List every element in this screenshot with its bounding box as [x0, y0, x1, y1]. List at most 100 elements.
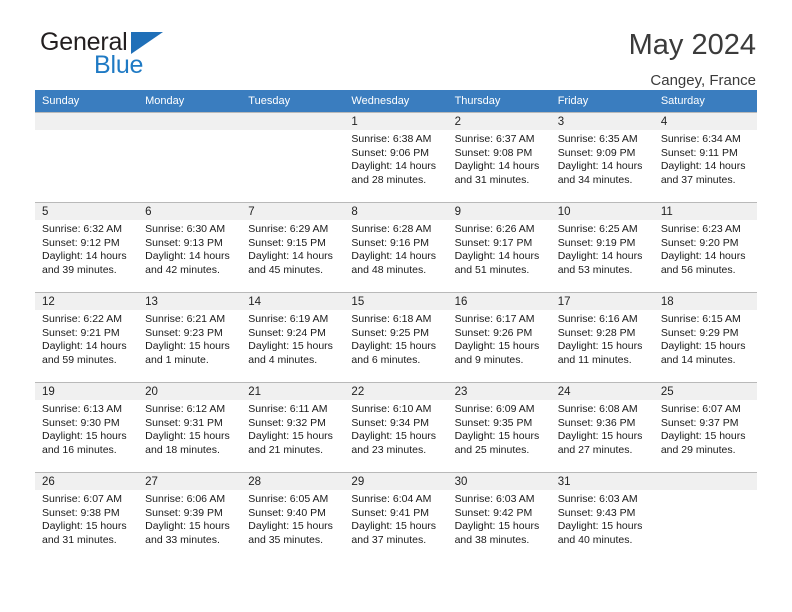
sunset-time: Sunset: 9:40 PM — [248, 506, 326, 519]
calendar-day-cell[interactable]: 11 Sunrise: 6:23 AM Sunset: 9:20 PM Dayligh… — [653, 202, 757, 292]
daylight-duration-line1: Daylight: 14 hours — [454, 160, 540, 173]
daylight-duration-line1: Daylight: 15 hours — [454, 430, 540, 443]
calendar-day-cell[interactable]: 30 Sunrise: 6:03 AM Sunset: 9:42 PM Dayligh… — [447, 472, 551, 562]
sunrise-time: Sunrise: 6:11 AM — [248, 403, 328, 415]
day-cell-inner: 15 Sunrise: 6:18 AM Sunset: 9:25 PM Dayligh… — [344, 292, 448, 382]
sunset-time: Sunset: 9:38 PM — [42, 506, 120, 519]
sunrise-time: Sunrise: 6:30 AM — [145, 223, 226, 235]
calendar-day-cell[interactable]: 29 Sunrise: 6:04 AM Sunset: 9:41 PM Dayligh… — [344, 472, 448, 562]
day-number: 9 — [447, 202, 551, 220]
sunset-time: Sunset: 9:34 PM — [351, 416, 430, 429]
calendar-day-cell[interactable]: 17 Sunrise: 6:16 AM Sunset: 9:28 PM Dayligh… — [550, 292, 654, 382]
day-number: 10 — [550, 202, 654, 220]
calendar-day-cell[interactable]: 15 Sunrise: 6:18 AM Sunset: 9:25 PM Dayligh… — [344, 292, 448, 382]
daylight-duration-line2: and 35 minutes. — [248, 533, 323, 546]
calendar-day-cell[interactable]: 18 Sunrise: 6:15 AM Sunset: 9:29 PM Dayligh… — [653, 292, 757, 382]
sunrise-time: Sunrise: 6:15 AM — [660, 313, 741, 325]
calendar-day-cell[interactable]: 27 Sunrise: 6:06 AM Sunset: 9:39 PM Dayligh… — [138, 472, 242, 562]
day-cell-inner: 6 Sunrise: 6:30 AM Sunset: 9:13 PM Daylight… — [138, 202, 242, 292]
day-details: Sunrise: 6:19 AM Sunset: 9:24 PM Daylight:… — [241, 310, 344, 367]
calendar-day-cell[interactable]: 7 Sunrise: 6:29 AM Sunset: 9:15 PM Daylight… — [241, 202, 345, 292]
calendar-day-cell[interactable]: 28 Sunrise: 6:05 AM Sunset: 9:40 PM Dayligh… — [241, 472, 345, 562]
page-title: May 2024 — [628, 29, 756, 61]
day-number: 5 — [35, 202, 139, 220]
weekday-header-thursday: Thursday — [447, 90, 551, 112]
daylight-duration-line2: and 6 minutes. — [351, 353, 421, 366]
daylight-duration-line1: Daylight: 15 hours — [42, 520, 127, 533]
calendar-day-cell[interactable]: 14 Sunrise: 6:19 AM Sunset: 9:24 PM Dayligh… — [241, 292, 345, 382]
day-cell-inner: 10 Sunrise: 6:25 AM Sunset: 9:19 PM Dayligh… — [550, 202, 654, 292]
day-details: Sunrise: 6:28 AM Sunset: 9:16 PM Daylight:… — [344, 220, 447, 277]
day-details: Sunrise: 6:34 AM Sunset: 9:11 PM Daylight:… — [654, 130, 757, 187]
day-details: Sunrise: 6:13 AM Sunset: 9:30 PM Daylight:… — [35, 400, 138, 457]
calendar-day-cell[interactable]: 21 Sunrise: 6:11 AM Sunset: 9:32 PM Dayligh… — [241, 382, 345, 472]
calendar-day-cell[interactable]: 6 Sunrise: 6:30 AM Sunset: 9:13 PM Daylight… — [138, 202, 242, 292]
day-cell-inner — [35, 112, 139, 202]
sunrise-time: Sunrise: 6:13 AM — [42, 403, 122, 415]
daylight-duration-line2: and 38 minutes. — [454, 533, 530, 546]
calendar-day-cell[interactable]: 10 Sunrise: 6:25 AM Sunset: 9:19 PM Dayligh… — [550, 202, 654, 292]
calendar-day-cell-empty — [35, 112, 139, 202]
weekday-header-friday: Friday — [550, 90, 654, 112]
day-cell-inner: 23 Sunrise: 6:09 AM Sunset: 9:35 PM Dayligh… — [447, 382, 551, 472]
day-number — [35, 112, 139, 130]
calendar-day-cell[interactable]: 13 Sunrise: 6:21 AM Sunset: 9:23 PM Dayligh… — [138, 292, 242, 382]
calendar-day-cell[interactable]: 9 Sunrise: 6:26 AM Sunset: 9:17 PM Daylight… — [447, 202, 551, 292]
day-cell-inner: 21 Sunrise: 6:11 AM Sunset: 9:32 PM Dayligh… — [241, 382, 345, 472]
day-cell-inner: 24 Sunrise: 6:08 AM Sunset: 9:36 PM Dayligh… — [550, 382, 654, 472]
calendar-day-cell[interactable]: 22 Sunrise: 6:10 AM Sunset: 9:34 PM Dayligh… — [344, 382, 448, 472]
daylight-duration-line2: and 23 minutes. — [351, 443, 427, 456]
day-cell-inner: 11 Sunrise: 6:23 AM Sunset: 9:20 PM Dayligh… — [653, 202, 757, 292]
day-details: Sunrise: 6:25 AM Sunset: 9:19 PM Daylight:… — [551, 220, 654, 277]
daylight-duration-line2: and 37 minutes. — [660, 173, 736, 186]
daylight-duration-line1: Daylight: 15 hours — [351, 430, 437, 443]
day-number — [653, 472, 757, 490]
calendar-day-cell[interactable]: 26 Sunrise: 6:07 AM Sunset: 9:38 PM Dayligh… — [35, 472, 139, 562]
daylight-duration-line2: and 34 minutes. — [557, 173, 633, 186]
calendar-day-cell[interactable]: 5 Sunrise: 6:32 AM Sunset: 9:12 PM Daylight… — [35, 202, 139, 292]
day-cell-inner: 2 Sunrise: 6:37 AM Sunset: 9:08 PM Daylight… — [447, 112, 551, 202]
sunset-time: Sunset: 9:13 PM — [145, 236, 223, 249]
calendar-day-cell[interactable]: 8 Sunrise: 6:28 AM Sunset: 9:16 PM Daylight… — [344, 202, 448, 292]
calendar-day-cell[interactable]: 19 Sunrise: 6:13 AM Sunset: 9:30 PM Dayligh… — [35, 382, 139, 472]
calendar-day-cell[interactable]: 16 Sunrise: 6:17 AM Sunset: 9:26 PM Dayligh… — [447, 292, 551, 382]
daylight-duration-line2: and 1 minute. — [145, 353, 209, 366]
calendar-day-cell[interactable]: 31 Sunrise: 6:03 AM Sunset: 9:43 PM Dayligh… — [550, 472, 654, 562]
calendar-day-cell[interactable]: 12 Sunrise: 6:22 AM Sunset: 9:21 PM Dayligh… — [35, 292, 139, 382]
daylight-duration-line2: and 39 minutes. — [42, 263, 117, 276]
daylight-duration-line1: Daylight: 14 hours — [248, 250, 333, 263]
sunrise-time: Sunrise: 6:35 AM — [557, 133, 638, 145]
sunset-time: Sunset: 9:31 PM — [145, 416, 223, 429]
daylight-duration-line2: and 28 minutes. — [351, 173, 427, 186]
calendar-day-cell[interactable]: 23 Sunrise: 6:09 AM Sunset: 9:35 PM Dayligh… — [447, 382, 551, 472]
calendar-day-cell[interactable]: 20 Sunrise: 6:12 AM Sunset: 9:31 PM Dayligh… — [138, 382, 242, 472]
sunset-time: Sunset: 9:28 PM — [557, 326, 636, 339]
calendar-day-cell[interactable]: 4 Sunrise: 6:34 AM Sunset: 9:11 PM Daylight… — [653, 112, 757, 202]
sunrise-time: Sunrise: 6:25 AM — [557, 223, 638, 235]
day-number: 22 — [344, 382, 448, 400]
calendar-day-cell[interactable]: 2 Sunrise: 6:37 AM Sunset: 9:08 PM Daylight… — [447, 112, 551, 202]
sunset-time: Sunset: 9:16 PM — [351, 236, 430, 249]
sunrise-time: Sunrise: 6:18 AM — [351, 313, 432, 325]
sunrise-time: Sunrise: 6:09 AM — [454, 403, 535, 415]
calendar-day-cell[interactable]: 3 Sunrise: 6:35 AM Sunset: 9:09 PM Daylight… — [550, 112, 654, 202]
daylight-duration-line1: Daylight: 15 hours — [248, 520, 333, 533]
day-cell-inner: 28 Sunrise: 6:05 AM Sunset: 9:40 PM Dayligh… — [241, 472, 345, 562]
daylight-duration-line1: Daylight: 15 hours — [42, 430, 127, 443]
day-details: Sunrise: 6:16 AM Sunset: 9:28 PM Daylight:… — [551, 310, 654, 367]
calendar-day-cell[interactable]: 1 Sunrise: 6:38 AM Sunset: 9:06 PM Daylight… — [344, 112, 448, 202]
sunset-time: Sunset: 9:37 PM — [660, 416, 739, 429]
day-number: 15 — [344, 292, 448, 310]
sunrise-time: Sunrise: 6:03 AM — [454, 493, 535, 505]
daylight-duration-line1: Daylight: 15 hours — [454, 520, 540, 533]
sunrise-time: Sunrise: 6:21 AM — [145, 313, 226, 325]
calendar-day-cell[interactable]: 25 Sunrise: 6:07 AM Sunset: 9:37 PM Dayligh… — [653, 382, 757, 472]
day-details: Sunrise: 6:30 AM Sunset: 9:13 PM Daylight:… — [138, 220, 241, 277]
calendar-day-cell[interactable]: 24 Sunrise: 6:08 AM Sunset: 9:36 PM Dayligh… — [550, 382, 654, 472]
day-number: 26 — [35, 472, 139, 490]
sunset-time: Sunset: 9:11 PM — [660, 146, 738, 159]
sunrise-time: Sunrise: 6:16 AM — [557, 313, 638, 325]
day-details: Sunrise: 6:32 AM Sunset: 9:12 PM Daylight:… — [35, 220, 138, 277]
sunrise-time: Sunrise: 6:23 AM — [660, 223, 741, 235]
day-number: 29 — [344, 472, 448, 490]
